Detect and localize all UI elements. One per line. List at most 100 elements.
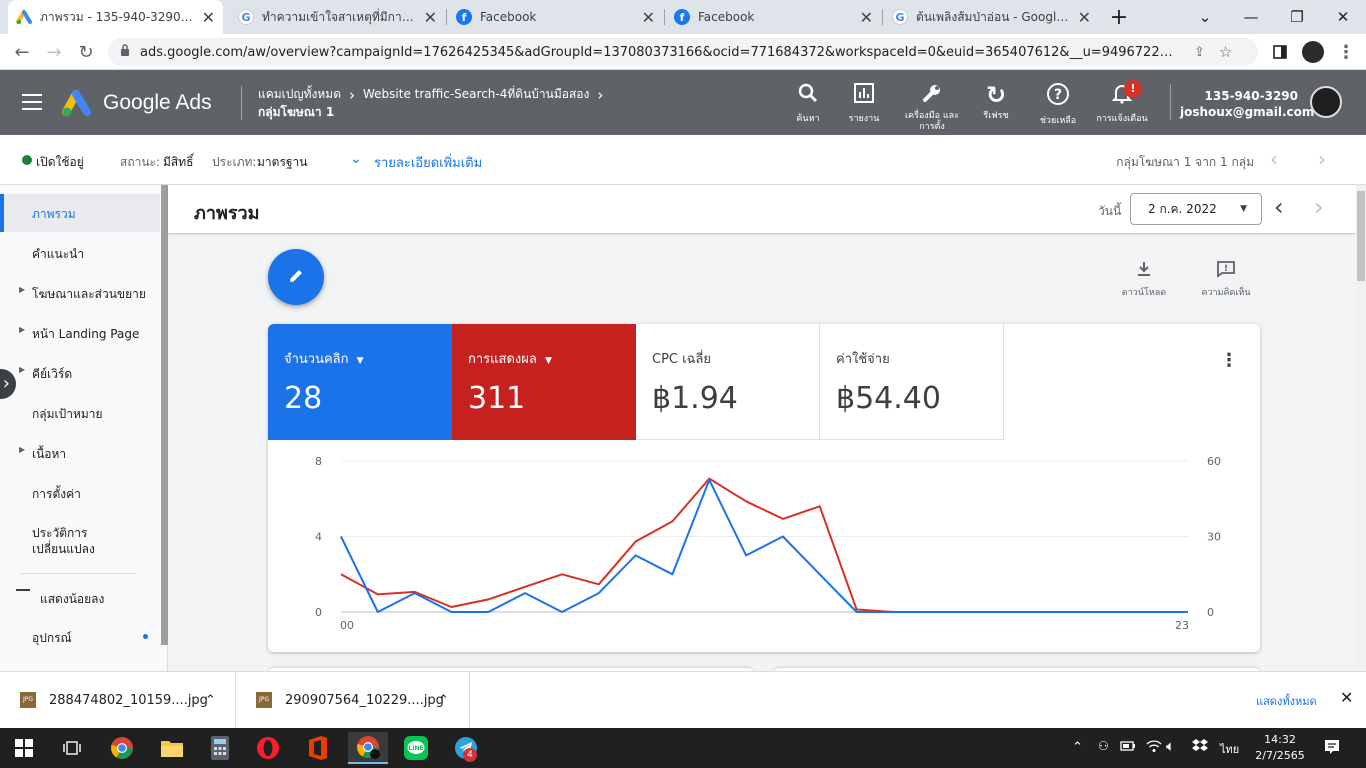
system-tray-chevron-icon[interactable]: ⌃: [1072, 740, 1083, 755]
browser-menu-icon[interactable]: ⋮: [1334, 40, 1358, 64]
url-input[interactable]: ads.google.com/aw/overview?campaignId=17…: [108, 38, 1258, 66]
browser-tab-google-help[interactable]: G ทำความเข้าใจสาเหตุที่มีการเรียกเก็ ✕: [230, 0, 445, 34]
show-less-button[interactable]: แสดงน้อยลง: [40, 590, 104, 609]
clock[interactable]: 14:32 2/7/2565: [1252, 732, 1308, 764]
date-range-select[interactable]: 2 ก.ค. 2022 ▼: [1130, 193, 1262, 225]
downloads-bar: JPG 288474802_10159....jpg ⌃ JPG 2909075…: [0, 671, 1366, 728]
side-panel-icon[interactable]: [1268, 40, 1292, 64]
chevron-up-icon[interactable]: ⌃: [205, 693, 216, 708]
close-tab-icon[interactable]: ✕: [424, 8, 437, 27]
breadcrumb-all-campaigns[interactable]: แคมเปญทั้งหมด: [258, 85, 341, 104]
dropdown-caret-icon: ▼: [1240, 204, 1247, 214]
action-center-icon[interactable]: [1324, 739, 1340, 758]
previous-adgroup-icon[interactable]: ‹: [1270, 147, 1278, 171]
metric-cost[interactable]: ค่าใช้จ่าย ฿54.40: [820, 324, 1004, 440]
feedback-button[interactable]: ความคิดเห็น: [1194, 260, 1258, 299]
bookmark-star-icon[interactable]: ☆: [1219, 43, 1232, 61]
sidebar-item-overview[interactable]: ภาพรวม: [0, 205, 160, 224]
sidebar-item-devices[interactable]: อุปกรณ์: [0, 629, 160, 648]
chevron-down-icon[interactable]: ⌄: [350, 151, 362, 167]
sidebar-item-settings[interactable]: การตั้งค่า: [0, 485, 160, 504]
next-adgroup-icon[interactable]: ›: [1318, 147, 1326, 171]
line-app-icon[interactable]: LINE: [396, 732, 436, 764]
sidebar-scrollbar[interactable]: [161, 185, 168, 645]
sidebar-item-recommendations[interactable]: คำแนะนำ: [0, 245, 160, 264]
sidebar-item-keywords[interactable]: ▶ คีย์เวิร์ด: [0, 365, 160, 384]
search-tool[interactable]: ค้นหา: [780, 82, 836, 125]
chevron-right-icon[interactable]: ›: [597, 86, 603, 104]
more-details-link[interactable]: รายละเอียดเพิ่มเติม: [374, 152, 482, 173]
browser-tab-google-ads[interactable]: ภาพรวม - 135-940-3290 - Goo ✕: [8, 0, 223, 34]
breadcrumb-adgroup[interactable]: กลุ่มโฆษณา 1: [258, 103, 334, 122]
sidebar-item-content[interactable]: ▶ เนื้อหา: [0, 445, 160, 464]
tab-search-chevron-icon[interactable]: ⌄: [1182, 0, 1228, 34]
sidebar-item-landing-pages[interactable]: ▶ หน้า Landing Page: [0, 325, 160, 344]
metric-value: ฿1.94: [652, 381, 738, 416]
breadcrumb-campaign[interactable]: Website traffic-Search-4ที่ดินบ้านมือสอง: [363, 85, 589, 104]
tab-title: Facebook: [480, 10, 537, 24]
performance-card: จำนวนคลิก ▼ 28 การแสดงผล ▼ 311 CPC เฉลี่…: [268, 324, 1260, 652]
show-all-downloads-link[interactable]: แสดงทั้งหมด: [1256, 692, 1317, 710]
account-info[interactable]: 135-940-3290 joshoux@gmail.com: [1180, 88, 1314, 120]
status-enabled[interactable]: เปิดใช้อยู่: [36, 153, 84, 172]
svg-text:LINE: LINE: [408, 745, 423, 752]
chevron-up-icon[interactable]: ⌃: [438, 693, 449, 708]
download-item[interactable]: JPG 288474802_10159....jpg ⌃: [0, 672, 236, 728]
close-tab-icon[interactable]: ✕: [642, 8, 655, 27]
office-icon[interactable]: [298, 732, 338, 764]
reports-tool[interactable]: รายงาน: [836, 82, 892, 125]
sidebar-item-change-history[interactable]: ประวัติการ เปลี่ยนแปลง: [0, 525, 160, 557]
volume-icon[interactable]: 🔈︎: [1166, 737, 1175, 755]
chrome-profile-icon[interactable]: [348, 732, 388, 764]
battery-icon[interactable]: [1120, 739, 1136, 756]
minimize-icon[interactable]: —: [1228, 0, 1274, 34]
forward-arrow-icon[interactable]: →: [42, 40, 66, 64]
telegram-badge: 4: [463, 748, 477, 762]
account-avatar[interactable]: [1310, 86, 1342, 118]
previous-date-icon[interactable]: ‹: [1274, 193, 1284, 221]
share-icon[interactable]: ⇪: [1194, 45, 1205, 60]
download-button[interactable]: ดาวน์โหลด: [1114, 260, 1174, 299]
browser-tab-facebook-2[interactable]: f Facebook ✕: [666, 0, 881, 34]
tab-title: ทำความเข้าใจสาเหตุที่มีการเรียกเก็: [262, 9, 418, 24]
hamburger-menu-icon[interactable]: [22, 94, 42, 110]
back-arrow-icon[interactable]: ←: [10, 40, 34, 64]
metric-clicks[interactable]: จำนวนคลิก ▼ 28: [268, 324, 452, 440]
metric-avg-cpc[interactable]: CPC เฉลี่ย ฿1.94: [636, 324, 820, 440]
new-tab-icon[interactable]: +: [1096, 0, 1142, 34]
task-view-icon[interactable]: [52, 732, 92, 764]
close-window-icon[interactable]: ✕: [1320, 0, 1366, 34]
close-downloads-icon[interactable]: ✕: [1340, 688, 1353, 707]
profile-avatar[interactable]: [1302, 41, 1324, 63]
restore-icon[interactable]: ❐: [1274, 0, 1320, 34]
opera-icon[interactable]: [248, 732, 288, 764]
wifi-icon[interactable]: [1146, 739, 1162, 756]
main-content: ภาพรวม วันนี้ 2 ก.ค. 2022 ▼ ‹ › ดาวน์โหล…: [168, 185, 1366, 678]
browser-tab-google-search[interactable]: G ต้นเพลิงส้มป่าอ่อน - Google Sea ✕: [884, 0, 1099, 34]
close-tab-icon[interactable]: ✕: [860, 8, 873, 27]
main-scrollbar[interactable]: [1356, 185, 1366, 671]
download-item[interactable]: JPG 290907564_10229....jpg ⌃: [236, 672, 470, 728]
reload-icon[interactable]: ↻: [74, 40, 98, 64]
input-language[interactable]: ไทย: [1220, 740, 1239, 758]
close-tab-icon[interactable]: ✕: [1078, 8, 1091, 27]
card-more-options-icon[interactable]: ⋮: [1220, 350, 1238, 371]
close-tab-icon[interactable]: ✕: [202, 8, 215, 27]
chrome-icon[interactable]: [102, 732, 142, 764]
pencil-icon: [287, 267, 305, 288]
calculator-icon[interactable]: [200, 732, 240, 764]
metric-impressions[interactable]: การแสดงผล ▼ 311: [452, 324, 636, 440]
next-date-icon[interactable]: ›: [1314, 193, 1324, 221]
collapse-dash-icon: [16, 589, 30, 591]
help-tool[interactable]: ? ช่วยเหลือ: [1030, 82, 1086, 127]
edit-fab-button[interactable]: [268, 249, 324, 305]
sidebar-item-audiences[interactable]: กลุ่มเป้าหมาย: [0, 405, 160, 424]
refresh-tool[interactable]: ↻ รีเฟรช: [968, 82, 1024, 122]
dropbox-icon[interactable]: [1192, 738, 1208, 757]
tools-settings[interactable]: เครื่องมือ และการตั้ง: [904, 82, 960, 133]
sidebar-item-ads-extensions[interactable]: ▶ โฆษณาและส่วนขยาย: [0, 285, 160, 304]
windows-start-icon[interactable]: [4, 732, 44, 764]
browser-tab-facebook-1[interactable]: f Facebook ✕: [448, 0, 663, 34]
people-icon[interactable]: ⚇: [1098, 739, 1109, 753]
file-explorer-icon[interactable]: [152, 732, 192, 764]
